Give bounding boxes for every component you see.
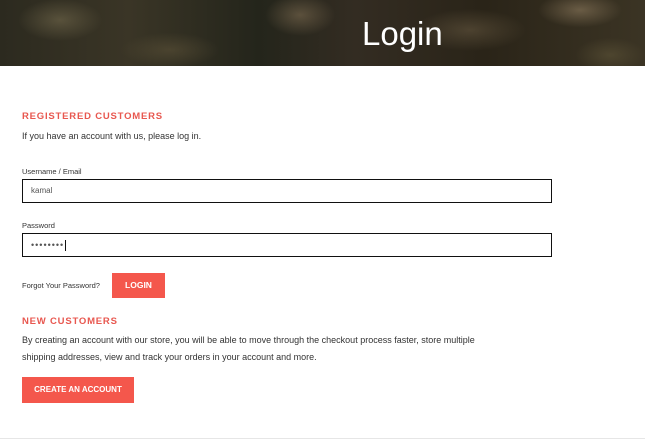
registered-intro-text: If you have an account with us, please l… (22, 131, 202, 141)
new-customers-heading: NEW CUSTOMERS (22, 316, 118, 327)
password-value: •••••••• (31, 240, 65, 250)
forgot-password-link[interactable]: Forgot Your Password? (22, 281, 100, 290)
text-caret (65, 240, 67, 252)
login-button[interactable]: LOGIN (112, 273, 165, 298)
username-input[interactable]: kamal (22, 179, 552, 203)
new-customers-description-line1: By creating an account with our store, y… (22, 335, 475, 345)
registered-customers-heading: REGISTERED CUSTOMERS (22, 111, 163, 122)
password-input[interactable]: •••••••• (22, 233, 552, 257)
username-label: Username / Email (22, 167, 82, 176)
page-banner: Login (0, 0, 645, 66)
password-label: Password (22, 221, 55, 230)
page-title: Login (362, 15, 443, 52)
create-account-button[interactable]: CREATE AN ACCOUNT (22, 377, 134, 403)
new-customers-description-line2: shipping addresses, view and track your … (22, 352, 317, 362)
footer-divider (0, 438, 645, 439)
username-value: kamal (31, 186, 53, 195)
